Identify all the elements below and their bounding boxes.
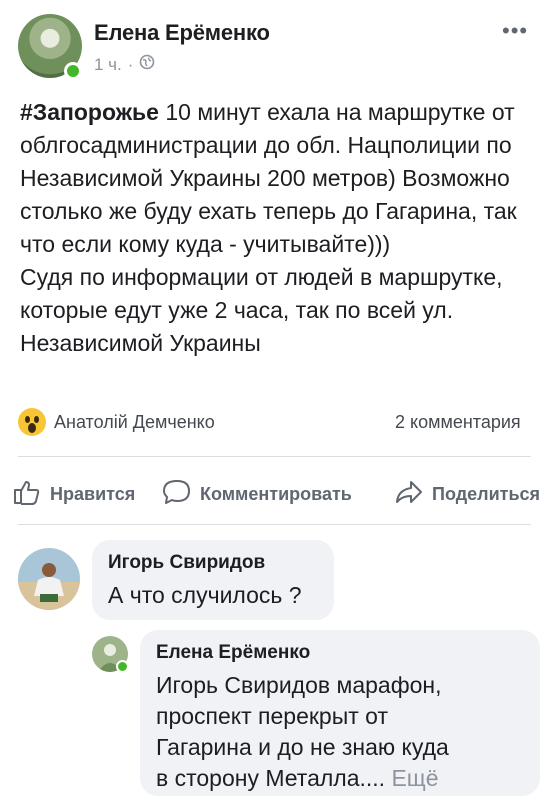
share-label: Поделиться bbox=[432, 484, 541, 504]
comment-text: А что случилось ? bbox=[108, 582, 302, 608]
share-arrow-icon bbox=[394, 478, 424, 511]
see-more-link[interactable]: Ещё bbox=[391, 765, 438, 791]
divider-bottom bbox=[18, 524, 531, 525]
comment-bubble: Игорь Свиридов А что случилось ? bbox=[92, 540, 334, 620]
online-status-dot bbox=[64, 62, 82, 80]
reactions-summary[interactable]: Анатолій Демченко bbox=[18, 408, 215, 436]
wow-emoji-icon bbox=[18, 408, 46, 436]
speech-bubble-icon bbox=[162, 478, 192, 511]
meta-separator: · bbox=[127, 54, 134, 74]
comments-count[interactable]: 2 комментария bbox=[395, 412, 521, 433]
commenter-avatar[interactable] bbox=[18, 548, 80, 610]
reply-bubble: Елена Ерёменко Игорь Свиридов марафон, п… bbox=[140, 630, 540, 796]
comment-author[interactable]: Игорь Свиридов bbox=[108, 552, 265, 574]
divider-top bbox=[18, 456, 531, 457]
comment-label: Комментировать bbox=[200, 484, 352, 504]
post-author-name[interactable]: Елена Ерёменко bbox=[94, 20, 270, 46]
thumbs-up-icon bbox=[12, 478, 42, 511]
reactor-name: Анатолій Демченко bbox=[54, 411, 215, 432]
more-options-icon[interactable]: ••• bbox=[502, 18, 528, 44]
post-meta: 1 ч. · bbox=[94, 54, 155, 75]
like-button[interactable]: Нравится bbox=[12, 478, 135, 511]
reply-online-status-dot bbox=[116, 660, 129, 673]
globe-icon bbox=[139, 54, 155, 75]
comment-button[interactable]: Комментировать bbox=[162, 478, 352, 511]
hashtag-link[interactable]: #Запорожье bbox=[20, 99, 159, 125]
reply-author[interactable]: Елена Ерёменко bbox=[156, 642, 310, 664]
share-button[interactable]: Поделиться bbox=[394, 478, 540, 511]
reply-text-block: Игорь Свиридов марафон, проспект перекры… bbox=[156, 670, 456, 794]
post-text-paragraph-2: Судя по информации от людей в маршрутке,… bbox=[20, 264, 503, 356]
post-body: #Запорожье 10 минут ехала на маршрутке о… bbox=[20, 96, 540, 360]
post-time[interactable]: 1 ч. bbox=[94, 55, 122, 75]
like-label: Нравится bbox=[50, 484, 136, 504]
